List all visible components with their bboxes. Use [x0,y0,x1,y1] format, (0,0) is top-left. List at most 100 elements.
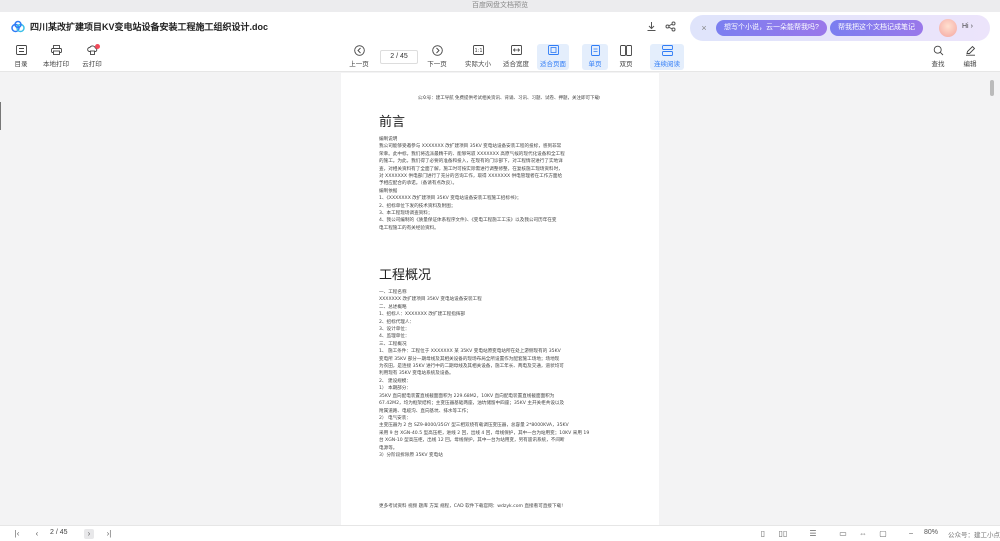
chevron-right-circle-icon [431,44,443,56]
text-line: 我公司能够受邀参与 XXXXXXX 改扩建项目 35KV 变电站设备安装工程的投… [379,144,562,150]
zoom-out-icon[interactable]: − [906,529,916,539]
actual-size-label: 实际大小 [465,61,491,68]
baidu-netdisk-logo-icon [11,20,25,34]
double-page-view-icon[interactable]: ▯▯ [778,529,788,539]
status-page-indicator: 2 / 45 [50,529,68,536]
search-icon [932,44,944,56]
text-line: 的施工。为此，我们得了必要的准备和投入，在现有的门诊部下，对工程情况进行了实地详 [379,159,563,165]
cloud-print-button[interactable]: 云打印 [78,44,106,70]
fit-width-icon [510,44,522,56]
find-button[interactable]: 查找 [926,44,950,70]
zoom-level[interactable]: 80% [924,529,938,536]
prev-page-icon[interactable]: ‹ [32,529,42,539]
continuous-view-icon[interactable]: ☰ [808,529,818,539]
double-page-icon [620,44,632,56]
single-page-button[interactable]: 单页 [582,44,608,70]
continuous-reading-icon [661,44,673,56]
single-page-icon [589,44,601,56]
text-line: 编制说明 [379,137,398,142]
text-line: 4、监理单位： [379,334,410,340]
prev-page-button[interactable]: 上一页 [345,44,373,70]
document-viewport[interactable]: 公众号：建工导航 免费提供考试相关资讯、背诵、习讯、习题、试卷、押题，关注即可下… [0,73,1000,525]
fit-page-button[interactable]: 适合页面 [537,44,569,70]
fit-page-view-icon[interactable]: ▢ [878,529,888,539]
local-print-label: 本地打印 [43,61,69,68]
window-caption: 百度网盘文档预览 [472,2,528,9]
text-line: 变电所 35KV 部分一期母线及其相关设备的现场布局全所设置作为配套施工场地；场… [379,356,560,362]
next-page-label: 下一页 [427,61,447,68]
prev-page-label: 上一页 [349,61,369,68]
section-title-overview: 工程概况 [379,268,432,283]
text-line: 采用 9 台 XGN-40.5 型高压柜，进线 2 回，出线 4 回，母线保护，… [379,430,590,436]
first-page-icon[interactable]: |‹ [12,529,22,539]
fit-width-label: 适合宽度 [503,61,529,68]
footer-line: 更多考试资料 视频 题库 方案 规程，CAD 软件下载官网：wdzyk.com … [379,504,564,509]
document-title: 四川某改扩建项目KV变电站设备安装工程施工组织设计.doc [30,22,269,32]
text-line: 予相应配合的承诺。（备请有点改良）。 [379,181,458,187]
page-footer-text: 更多考试资料 视频 题库 方案 规程，CAD 软件下载官网：wdzyk.com … [379,503,621,510]
list-icon [15,44,27,56]
page-number-input[interactable]: 2 / 45 [380,50,418,64]
single-page-view-icon[interactable]: ▯ [758,529,768,539]
vertical-scrollbar[interactable] [990,80,994,96]
text-line: 一、工程名称 [379,290,407,295]
notification-badge [95,44,100,49]
share-icon[interactable] [664,20,676,32]
text-line: 为农田，是连接 35KV 进行中的二期母线及其相关设备，施工年长、两电及交通，道… [379,364,564,370]
text-line: 三、工程概况 [379,341,407,347]
fit-width-view-icon[interactable]: ⇔ [858,529,868,539]
text-line: XXXXXXX 改扩建项目 35KV 变电站设备安装工程 [379,297,482,303]
double-page-label: 双页 [619,61,633,68]
text-line: 电源等。 [379,445,398,451]
ai-avatar-icon[interactable] [939,19,957,37]
text-line: 台 XGN-10 型高压柜，出线 12 回，母线保护，其中一台为站用变，另有遥讯… [379,438,565,444]
ai-suggestion-novel[interactable]: 想写个小说，云一朵能帮我吗? [716,20,827,36]
double-page-button[interactable]: 双页 [613,44,639,70]
text-line: 1、招标人：XXXXXXX 改扩建工程指挥部 [379,312,466,318]
text-line: 4、我公司编制的《质量保证体系程序文件》、《变电工程施工工法》以及我公司历年在变 [379,218,557,224]
text-line: 1、 施工条件：工程位于 XXXXXXX 某 35KV 变电站原变电站所在处上游… [379,349,561,355]
fit-page-icon [547,44,559,56]
continuous-reading-button[interactable]: 连续阅读 [650,44,684,70]
text-line: 编制依据 [379,188,398,194]
overview-body: 一、工程名称 XXXXXXX 改扩建项目 35KV 变电站设备安装工程 二、总述概略… [379,289,621,459]
text-line: 2） 电气安装： [379,415,411,421]
text-line: 2、 建设规模： [379,378,411,384]
next-page-icon[interactable]: › [84,529,94,539]
continuous-reading-label: 连续阅读 [654,61,680,68]
page-header-text: 公众号：建工导航 免费提供考试相关资讯、背诵、习讯、习题、试卷、押题，关注即可下… [417,95,601,100]
toc-button[interactable]: 目录 [8,44,34,70]
edit-button[interactable]: 编辑 [958,44,982,70]
text-line: 主变压器为 2 台 SZ9-8000/35GY 型三相双绕有载调压变压器，总容量… [379,423,569,429]
text-line: 对 XXXXXXX 供电部门进行了充分的咨询工作，取得 XXXXXXX 供电管理… [379,174,563,180]
section-title-preface: 前言 [379,115,406,130]
last-page-icon[interactable]: ›| [104,529,114,539]
download-icon[interactable] [645,20,657,32]
toc-label: 目录 [14,61,28,68]
fit-width-button[interactable]: 适合宽度 [500,44,532,70]
find-label: 查找 [931,61,945,68]
fit-page-label: 适合页面 [540,61,566,68]
edit-label: 编辑 [963,61,977,68]
text-line: 1） 本期部分： [379,386,411,392]
single-page-label: 单页 [588,61,602,68]
text-line: 3、设计单位： [379,327,410,333]
text-line: 1、《XXXXXXX 改扩建项目 35KV 变电站设备安装工程施工招标书》； [379,196,522,202]
text-line: 2、招标代理人： [379,319,415,325]
text-line: 查，对相关资料有了全面了解，施工时可按实际需进行调整修整，在复核施工现场资料时， [379,166,563,172]
actual-size-button[interactable]: 1:1 实际大小 [462,44,494,70]
ai-assistant-bar: × 想写个小说，云一朵能帮我吗? 帮我把这个文档记成笔记 Hi › [690,15,990,41]
ai-greeting[interactable]: Hi › [962,23,973,30]
text-line: 电工程施工的有关经验资料。 [379,225,439,231]
actual-size-view-icon[interactable]: ▭ [838,529,848,539]
actual-size-icon: 1:1 [472,44,484,56]
close-icon[interactable]: × [698,22,710,34]
local-print-button[interactable]: 本地打印 [40,44,72,70]
ai-suggestion-notes[interactable]: 帮我把这个文档记成笔记 [830,20,923,36]
text-line: 附属道路、电缆沟、直向基坑、排水等工作； [379,408,471,414]
pencil-icon [964,44,976,56]
next-page-button[interactable]: 下一页 [423,44,451,70]
text-line: 35KV 直向配电装置直线截面面积为 229.68M2，10KV 直向配电装置直… [379,393,555,399]
svg-text:1:1: 1:1 [474,48,482,54]
left-margin-rule [0,102,1,130]
